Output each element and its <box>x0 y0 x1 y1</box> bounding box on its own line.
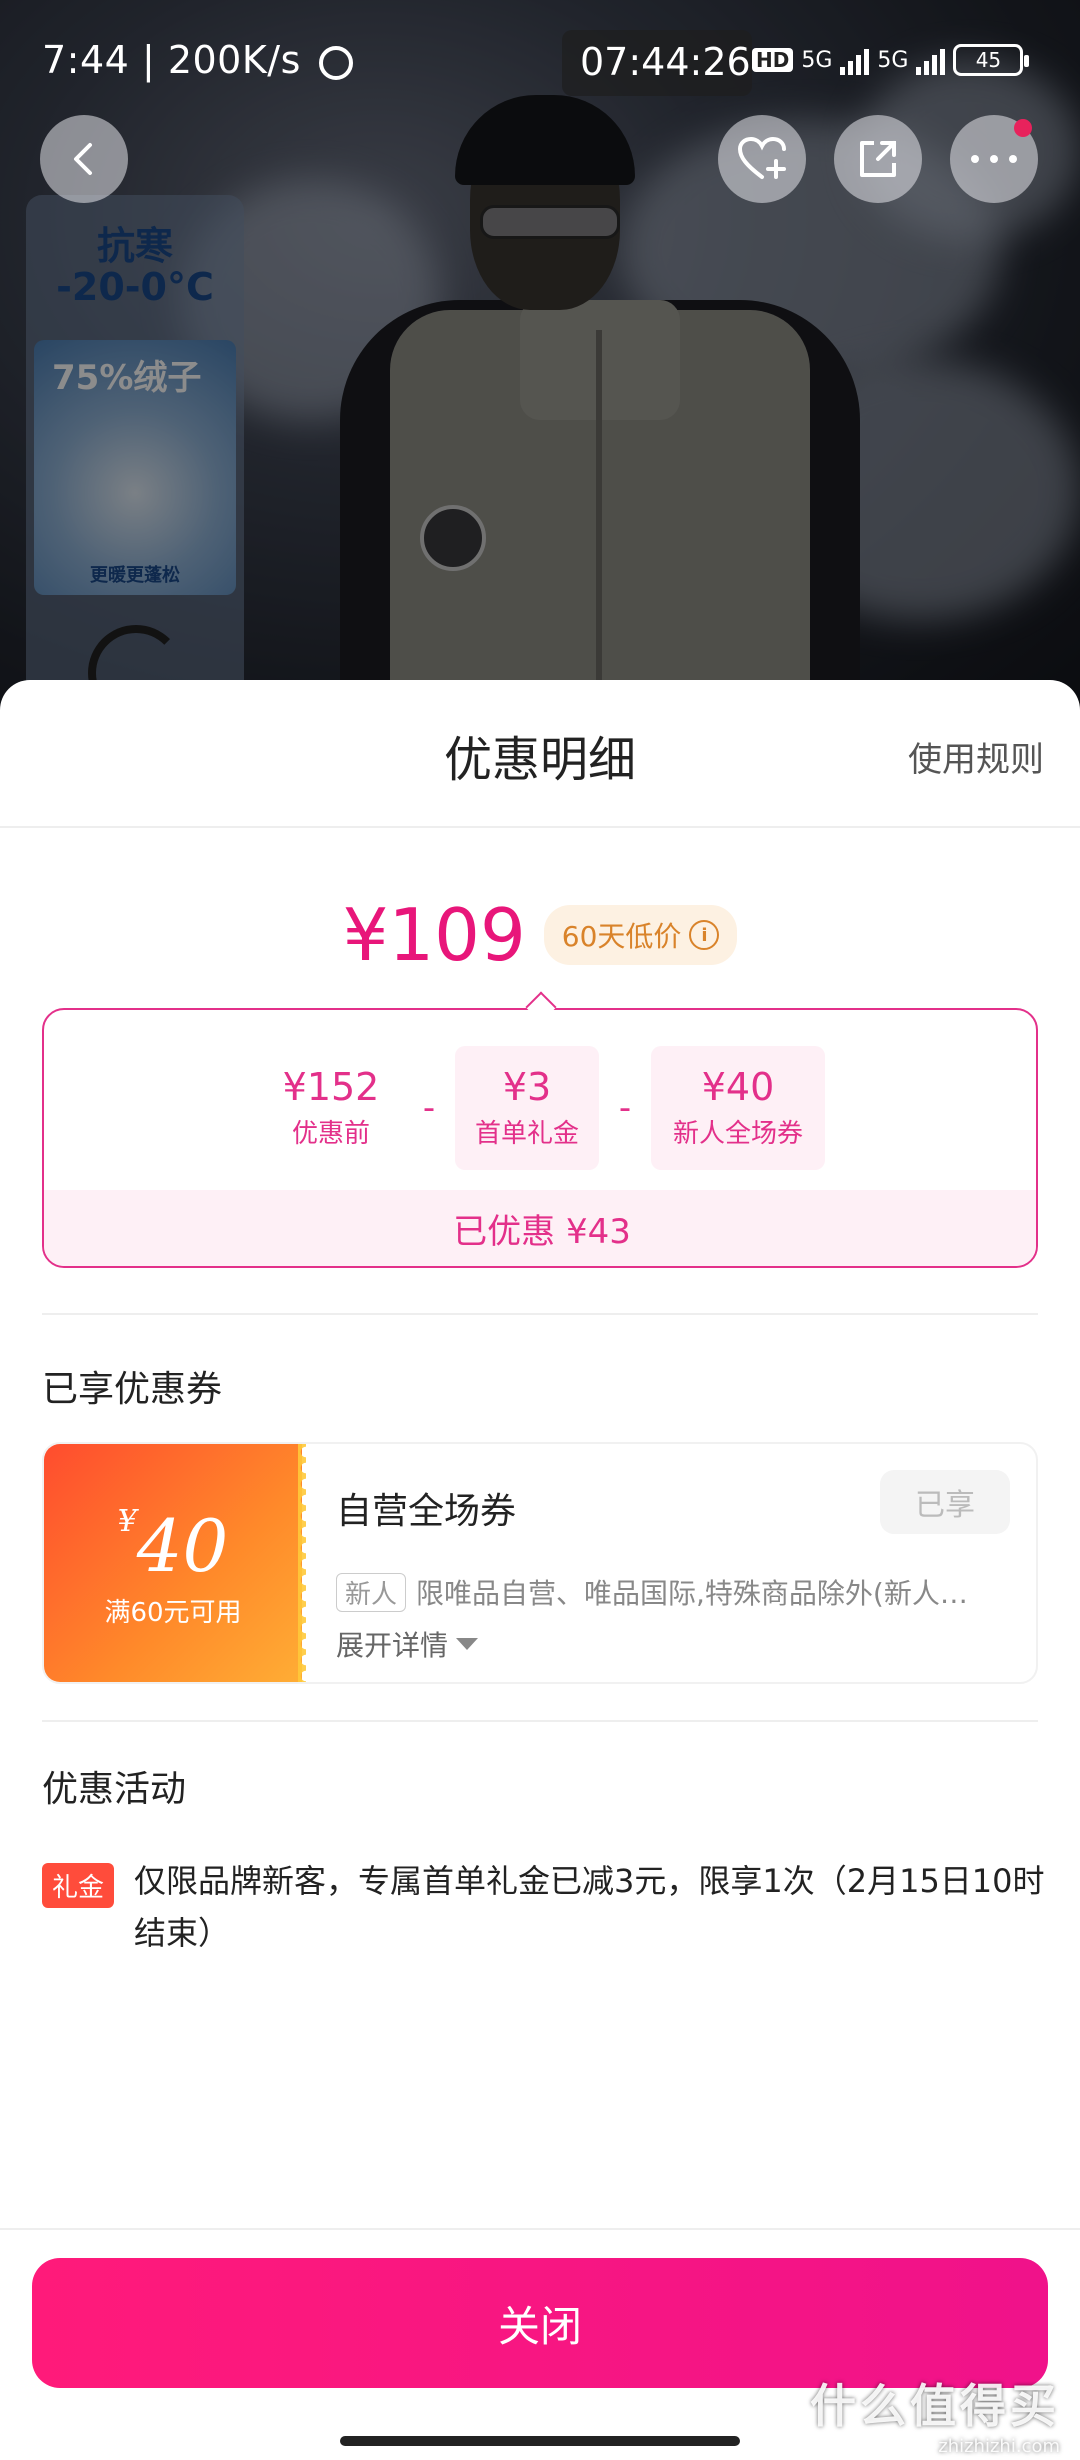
signal-icon <box>840 45 870 75</box>
info-icon: i <box>689 920 720 950</box>
home-indicator[interactable] <box>340 2436 740 2446</box>
expand-details-label: 展开详情 <box>336 1629 449 1662</box>
section-divider <box>42 1313 1038 1315</box>
header-divider <box>0 826 1080 828</box>
coupon-card[interactable]: ¥40 满60元可用 自营全场券 已享 新人 限唯品自营、唯品国际,特殊商品除外(… <box>42 1442 1038 1684</box>
breakdown-label: 新人全场券 <box>672 1119 803 1150</box>
section-divider <box>42 1720 1038 1722</box>
breakdown-value: ¥152 <box>282 1064 380 1109</box>
watermark-main: 什么值得买 <box>810 2379 1060 2433</box>
favorite-add-icon <box>737 136 786 179</box>
net-label-1: 5G <box>801 47 833 73</box>
watermark: 什么值得买 zhizhizhi.com <box>810 2370 1060 2457</box>
notification-dot <box>1014 119 1032 137</box>
price-breakdown-box: ¥152 优惠前 - ¥3 首单礼金 - ¥40 新人全场券 已优惠 ¥43 <box>42 1008 1038 1268</box>
usage-rules-link[interactable]: 使用规则 <box>908 732 1044 781</box>
coupon-currency: ¥ <box>117 1504 137 1539</box>
breakdown-value: ¥3 <box>502 1064 552 1109</box>
minus-sign: - <box>422 1088 436 1128</box>
discount-detail-sheet: 优惠明细 使用规则 ¥109 60天低价 i ¥152 优惠前 - ¥3 首单礼… <box>0 680 1080 2460</box>
total-saved: 已优惠 ¥43 <box>44 1190 1036 1266</box>
back-icon <box>74 143 92 175</box>
coupon-name: 自营全场券 <box>336 1491 517 1532</box>
battery-level: 45 <box>975 48 1002 72</box>
low-price-tag[interactable]: 60天低价 i <box>543 905 738 965</box>
breakdown-label: 首单礼金 <box>474 1119 579 1150</box>
close-button[interactable]: 关闭 <box>32 2258 1048 2388</box>
signal-icon-2 <box>916 45 946 75</box>
status-time: 7:44 <box>42 38 130 82</box>
coupons-section-title: 已享优惠券 <box>42 1369 223 1410</box>
net-label-2: 5G <box>877 47 909 73</box>
minus-sign: - <box>618 1088 632 1128</box>
first-order-gift-item: ¥3 首单礼金 <box>455 1046 599 1170</box>
coupon-description: 新人 限唯品自营、唯品国际,特殊商品除外(新人… <box>336 1572 1016 1612</box>
activity-text: 仅限品牌新客，专属首单礼金已减3元，限享1次（2月15日10时结束） <box>134 1862 1045 1952</box>
status-right: HD 5G 5G 45 <box>752 44 1030 76</box>
favorite-button[interactable] <box>718 115 806 203</box>
coupon-value-panel: ¥40 满60元可用 <box>44 1444 302 1682</box>
watermark-sub: zhizhizhi.com <box>938 2436 1060 2457</box>
expand-details-link[interactable]: 展开详情 <box>336 1624 479 1664</box>
coupon-perforation <box>298 1444 306 1682</box>
coupon-amount: ¥40 <box>44 1504 302 1588</box>
breakdown-label: 优惠前 <box>291 1119 370 1150</box>
new-user-tag: 新人 <box>336 1573 407 1612</box>
more-icon <box>971 155 1017 163</box>
breakdown-items: ¥152 优惠前 - ¥3 首单礼金 - ¥40 新人全场券 <box>44 1046 1036 1170</box>
original-price-item: ¥152 优惠前 <box>259 1046 403 1170</box>
activity-section-title: 优惠活动 <box>42 1769 187 1810</box>
status-left: 7:44 | 200K/s <box>42 38 354 82</box>
coupon-description-text: 限唯品自营、唯品国际,特殊商品除外(新人… <box>416 1577 968 1610</box>
back-button[interactable] <box>40 115 128 203</box>
footer-divider <box>0 2228 1080 2230</box>
status-bar: 7:44 | 200K/s 07:44:26 HD 5G 5G 45 <box>0 0 1080 100</box>
low-price-label: 60天低价 <box>561 920 682 953</box>
alarm-icon <box>319 45 354 80</box>
coupon-condition: 满60元可用 <box>104 1598 242 1628</box>
final-price: ¥109 <box>342 893 526 977</box>
hd-icon: HD <box>752 48 794 72</box>
chevron-down-icon <box>456 1638 479 1650</box>
status-clock: 07:44:26 <box>580 40 751 84</box>
final-price-row: ¥109 60天低价 i <box>0 890 1080 980</box>
share-button[interactable] <box>834 115 922 203</box>
new-user-coupon-item: ¥40 新人全场券 <box>651 1046 825 1170</box>
battery-icon: 45 <box>953 44 1030 76</box>
gift-tag: 礼金 <box>42 1863 115 1908</box>
more-button[interactable] <box>950 115 1038 203</box>
share-icon <box>860 141 896 177</box>
breakdown-value: ¥40 <box>701 1064 775 1109</box>
coupon-amount-number: 40 <box>136 1504 229 1588</box>
dim-overlay[interactable] <box>0 0 1080 720</box>
status-speed: 200K/s <box>167 38 301 82</box>
coupon-status-button[interactable]: 已享 <box>880 1470 1010 1534</box>
